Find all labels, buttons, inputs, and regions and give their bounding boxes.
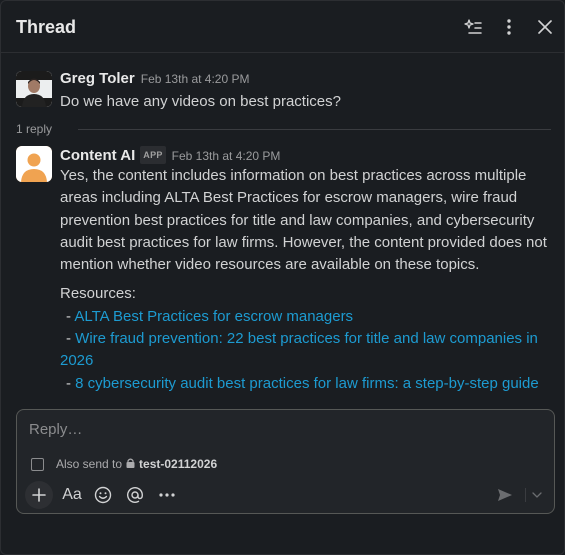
- send-icon[interactable]: [491, 481, 519, 509]
- more-vertical-icon[interactable]: [496, 14, 522, 40]
- message-author[interactable]: Content AI: [60, 147, 135, 164]
- message-line: Yes, the content includes information on…: [60, 167, 527, 184]
- plus-icon: [32, 488, 46, 502]
- reply-message: Content AI APP Feb 13th at 4:20 PM Yes, th…: [16, 146, 556, 396]
- close-icon[interactable]: [532, 14, 558, 40]
- resource-bullet: -: [66, 374, 71, 392]
- resource-link[interactable]: 8 cybersecurity audit best practices for…: [75, 375, 539, 392]
- add-button[interactable]: [25, 481, 53, 509]
- resource-item-continued: 2026: [60, 350, 554, 372]
- message-timestamp[interactable]: Feb 13th at 4:20 PM: [172, 149, 281, 163]
- message-timestamp[interactable]: Feb 13th at 4:20 PM: [141, 72, 250, 86]
- reply-composer: Reply… Also send to test-02112026 Aa: [16, 409, 555, 514]
- also-send-option: Also send to test-02112026: [31, 456, 217, 472]
- message-author[interactable]: Greg Toler: [60, 70, 135, 87]
- resources-section: Resources: - ALTA Best Practices for esc…: [60, 283, 554, 394]
- also-send-checkbox[interactable]: [31, 457, 44, 471]
- resource-link[interactable]: Wire fraud prevention: 22 best practices…: [75, 330, 538, 347]
- emoji-icon[interactable]: [89, 481, 117, 509]
- message-line: prevention best practices for title and …: [60, 211, 535, 229]
- lock-icon: [126, 457, 135, 471]
- also-send-label: Also send to: [56, 457, 123, 471]
- replies-divider: 1 reply: [16, 121, 551, 137]
- message-line: mention whether video resources are avai…: [60, 256, 480, 274]
- app-badge: APP: [140, 146, 166, 164]
- reply-input[interactable]: Reply…: [29, 421, 82, 438]
- resource-bullet: -: [66, 307, 71, 325]
- message-line: areas including ALTA Best Practices for …: [60, 189, 518, 207]
- resource-item: - 8 cybersecurity audit best practices f…: [60, 373, 554, 395]
- resource-item: - ALTA Best Practices for escrow manager…: [60, 306, 554, 328]
- divider-line: [78, 129, 551, 130]
- resources-label: Resources:: [60, 285, 136, 303]
- more-horizontal-icon[interactable]: [153, 481, 181, 509]
- resource-bullet: -: [66, 330, 71, 348]
- formatting-label: Aa: [62, 486, 82, 503]
- resource-link[interactable]: ALTA Best Practices for escrow managers: [74, 308, 353, 325]
- message-line: audit best practices for law firms. Howe…: [60, 233, 547, 251]
- thread-header: Thread: [1, 1, 565, 53]
- mention-icon[interactable]: [121, 481, 149, 509]
- message-text: Yes, the content includes information on…: [60, 165, 554, 276]
- chevron-down-icon[interactable]: [527, 481, 547, 509]
- avatar[interactable]: [16, 146, 52, 182]
- resource-link[interactable]: 2026: [60, 352, 93, 369]
- resource-item: - Wire fraud prevention: 22 best practic…: [60, 328, 554, 350]
- reply-count: 1 reply: [16, 122, 53, 136]
- parent-message: Greg Toler Feb 13th at 4:20 PM Do we have…: [16, 71, 556, 111]
- formatting-button[interactable]: Aa: [58, 481, 86, 509]
- sparkle-list-icon[interactable]: [460, 14, 486, 40]
- send-divider: [525, 488, 526, 502]
- message-text: Do we have any videos on best practices?: [60, 93, 341, 110]
- thread-panel: Thread Greg Toler Feb 13th at 4:20 PM Do…: [0, 0, 565, 555]
- channel-name: test-02112026: [139, 457, 218, 471]
- avatar[interactable]: [16, 71, 52, 107]
- thread-title: Thread: [16, 17, 77, 37]
